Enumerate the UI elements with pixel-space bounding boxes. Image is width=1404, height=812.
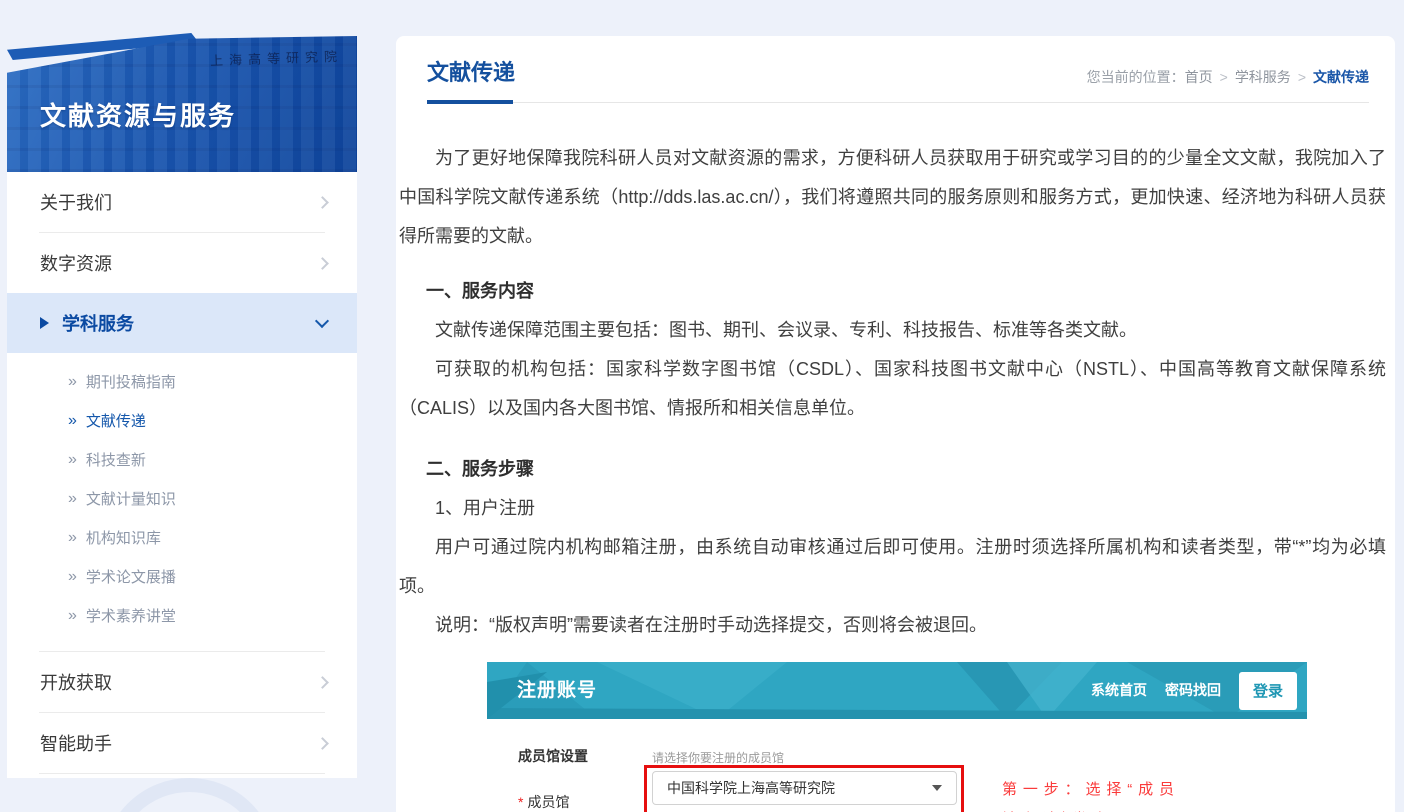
section2-step: 1、用户注册 — [399, 489, 1386, 528]
section1-heading: 一、服务内容 — [426, 272, 1386, 311]
member-library-settings-label: 成员馆设置 — [518, 737, 588, 776]
submenu-item-institutional-repository[interactable]: » 机构知识库 — [7, 518, 357, 557]
double-angle-icon: » — [68, 568, 77, 586]
triangle-right-icon — [40, 317, 49, 329]
dropdown-caret-icon — [932, 785, 942, 791]
member-library-select: 中国科学院上海高等研究院 — [652, 771, 957, 805]
main-content-card: 文献传递 您当前的位置：首页 > 学科服务 > 文献传递 为了更好地保障我院科研人员对文… — [396, 36, 1395, 812]
submenu-item-label: 科技查新 — [86, 449, 146, 470]
seal-watermark — [102, 778, 277, 812]
registration-screenshot-image: 注册账号 系统首页 密码找回 登录 成员馆设置 请选择你要注册的成员馆 *成员馆… — [487, 662, 1377, 812]
double-angle-icon: » — [68, 451, 77, 469]
submenu-item-label: 文献计量知识 — [86, 488, 176, 509]
breadcrumb: 您当前的位置：首页 > 学科服务 > 文献传递 — [1087, 66, 1369, 88]
sidebar-banner: 上海高等研究院 文献资源与服务 — [7, 36, 357, 172]
sidebar-item-subject-services[interactable]: 学科服务 — [7, 293, 357, 353]
breadcrumb-current: 文献传递 — [1313, 69, 1369, 85]
screenshot-password-recovery-link: 密码找回 — [1165, 671, 1221, 710]
breadcrumb-prefix: 您当前的位置： — [1087, 69, 1185, 85]
member-library-select-value: 中国科学院上海高等研究院 — [667, 769, 835, 808]
required-asterisk: * — [518, 794, 523, 810]
breadcrumb-separator: > — [1220, 69, 1228, 85]
screenshot-header-links: 系统首页 密码找回 登录 — [1073, 671, 1307, 710]
double-angle-icon: » — [68, 412, 77, 430]
screenshot-header-banner: 注册账号 系统首页 密码找回 登录 — [487, 662, 1307, 719]
breadcrumb-separator: > — [1298, 69, 1306, 85]
intro-paragraph: 为了更好地保障我院科研人员对文献资源的需求，方便科研人员获取用于研究或学习目的的… — [399, 139, 1386, 256]
sidebar-item-label: 开放获取 — [40, 669, 112, 695]
chevron-right-icon — [316, 257, 329, 270]
submenu-item-paper-showcase[interactable]: » 学术论文展播 — [7, 557, 357, 596]
submenu-item-label: 文献传递 — [86, 410, 146, 431]
sidebar-item-label: 数字资源 — [40, 250, 112, 276]
sidebar-item-label: 智能助手 — [40, 730, 112, 756]
title-accent-bar — [427, 100, 513, 104]
submenu-item-document-delivery[interactable]: » 文献传递 — [7, 401, 357, 440]
page-title: 文献传递 — [427, 58, 515, 88]
submenu-item-academic-literacy[interactable]: » 学术素养讲堂 — [7, 596, 357, 635]
double-angle-icon: » — [68, 373, 77, 391]
chevron-down-icon — [315, 313, 329, 327]
breadcrumb-subject-services[interactable]: 学科服务 — [1235, 69, 1291, 85]
submenu-item-label: 期刊投稿指南 — [86, 371, 176, 392]
submenu-item-label: 学术素养讲堂 — [86, 605, 176, 626]
header-divider — [427, 102, 1369, 103]
submenu-item-label: 学术论文展播 — [86, 566, 176, 587]
submenu-item-label: 机构知识库 — [86, 527, 161, 548]
sidebar-item-label: 关于我们 — [40, 189, 112, 215]
submenu-item-journal-guide[interactable]: » 期刊投稿指南 — [7, 362, 357, 401]
sidebar-item-digital-resources[interactable]: 数字资源 — [7, 233, 357, 293]
sidebar-item-label: 学科服务 — [62, 310, 134, 336]
sidebar-banner-title: 文献资源与服务 — [40, 96, 236, 133]
member-library-field-label: *成员馆 — [518, 783, 569, 812]
submenu-item-novelty-search[interactable]: » 科技查新 — [7, 440, 357, 479]
sidebar-item-ai-assistant[interactable]: 智能助手 — [7, 713, 357, 773]
step1-annotation-text: 第一步：选择“成员馆”和“读者类型” — [1002, 775, 1174, 812]
chevron-right-icon — [316, 737, 329, 750]
sidebar-item-about[interactable]: 关于我们 — [7, 172, 357, 232]
screenshot-login-button: 登录 — [1239, 672, 1297, 710]
section2-paragraph: 说明：“版权声明”需要读者在注册时手动选择提交，否则将会被退回。 — [399, 606, 1386, 645]
content-header: 文献传递 您当前的位置：首页 > 学科服务 > 文献传递 — [396, 36, 1395, 103]
submenu-item-bibliometrics[interactable]: » 文献计量知识 — [7, 479, 357, 518]
breadcrumb-home[interactable]: 首页 — [1185, 69, 1213, 85]
chevron-right-icon — [316, 676, 329, 689]
section2-heading: 二、服务步骤 — [426, 450, 1386, 489]
screenshot-title: 注册账号 — [517, 671, 597, 710]
screenshot-registration-form: 成员馆设置 请选择你要注册的成员馆 *成员馆 中国科学院上海高等研究院 *读者类… — [487, 719, 1377, 812]
divider — [39, 773, 325, 774]
article-body: 为了更好地保障我院科研人员对文献资源的需求，方便科研人员获取用于研究或学习目的的… — [396, 139, 1395, 812]
screenshot-system-home-link: 系统首页 — [1091, 671, 1147, 710]
section1-paragraph: 文献传递保障范围主要包括：图书、期刊、会议录、专利、科技报告、标准等各类文献。 — [399, 311, 1386, 350]
double-angle-icon: » — [68, 607, 77, 625]
subject-services-submenu: » 期刊投稿指南 » 文献传递 » 科技查新 » 文献计量知识 » 机构知识库 … — [7, 353, 357, 651]
section1-paragraph: 可获取的机构包括：国家科学数字图书馆（CSDL）、国家科技图书文献中心（NSTL… — [399, 350, 1386, 428]
double-angle-icon: » — [68, 529, 77, 547]
double-angle-icon: » — [68, 490, 77, 508]
section2-paragraph: 用户可通过院内机构邮箱注册，由系统自动审核通过后即可使用。注册时须选择所属机构和… — [399, 528, 1386, 606]
sidebar-menu: 关于我们 数字资源 学科服务 » 期刊投稿指南 » 文献传递 » 科技查新 — [7, 172, 357, 778]
sidebar-item-open-access[interactable]: 开放获取 — [7, 652, 357, 712]
chevron-right-icon — [316, 196, 329, 209]
